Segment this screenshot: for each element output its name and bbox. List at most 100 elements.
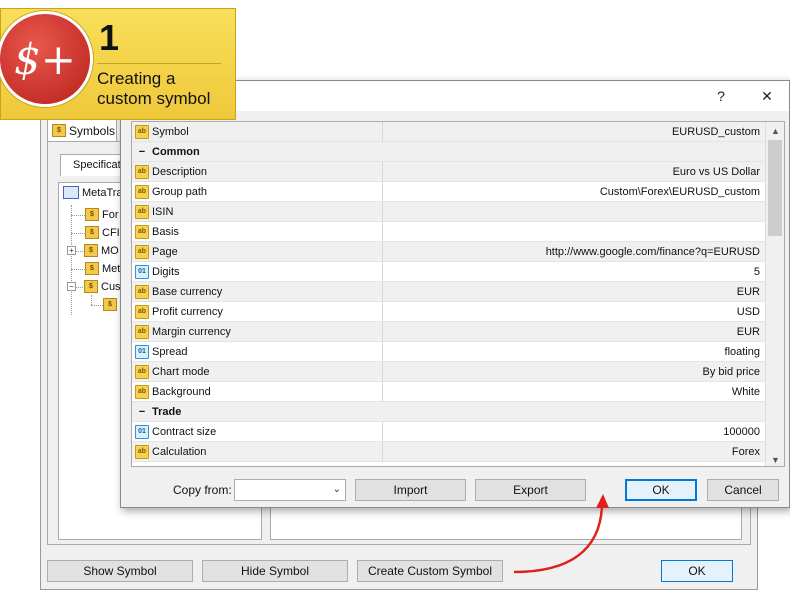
step-badge: $+ 1 Creating a custom symbol [0, 8, 236, 120]
collapse-icon[interactable]: − [132, 406, 152, 418]
dialog-cancel-button[interactable]: Cancel [707, 479, 779, 501]
property-row[interactable]: ab Margin currency EUR [132, 321, 766, 342]
property-name: Basis [152, 221, 383, 242]
scroll-down-icon[interactable]: ▼ [766, 451, 784, 466]
property-value[interactable]: USD [383, 306, 766, 318]
property-value[interactable]: White [383, 386, 766, 398]
tree-item-metals[interactable]: $ Met [85, 262, 120, 275]
show-symbol-button[interactable]: Show Symbol [47, 560, 193, 582]
text-field-icon: ab [135, 384, 149, 399]
folder-gear-icon: $ [84, 280, 98, 293]
property-name: Description [152, 161, 383, 182]
copy-from-label: Copy from: [173, 483, 232, 497]
close-button[interactable]: ✕ [753, 85, 781, 107]
property-name: Group path [152, 181, 383, 202]
step-title: Creating a custom symbol [97, 69, 233, 109]
create-custom-symbol-button[interactable]: Create Custom Symbol [357, 560, 503, 582]
section-row[interactable]: − Trade [132, 402, 766, 422]
text-field-icon: ab [135, 244, 149, 259]
property-name: Margin currency [152, 321, 383, 342]
property-value[interactable]: http://www.google.com/finance?q=EURUSD [383, 246, 766, 258]
folder-gear-icon: $ [103, 298, 117, 311]
symbols-icon: $ [52, 124, 66, 137]
symbols-ok-button[interactable]: OK [661, 560, 733, 582]
property-row[interactable]: ab Calculation Forex [132, 441, 766, 462]
expand-icon[interactable]: + [67, 246, 76, 255]
tree-item-custom-child[interactable]: $ [103, 298, 117, 311]
property-name: Background [152, 381, 383, 402]
property-name: Profit currency [152, 301, 383, 322]
hide-symbol-button[interactable]: Hide Symbol [202, 560, 348, 582]
dialog-ok-button[interactable]: OK [625, 479, 697, 501]
numeric-field-icon: 01 [135, 264, 149, 279]
property-value[interactable]: Forex [383, 446, 766, 458]
property-row[interactable]: ab Base currency EUR [132, 281, 766, 302]
import-button[interactable]: Import [355, 479, 466, 501]
property-row[interactable]: 01 Digits 5 [132, 261, 766, 282]
red-arrow-icon [513, 494, 609, 574]
copy-from-select[interactable]: ⌄ [234, 479, 346, 501]
tree-item-root[interactable]: MetaTra [63, 186, 123, 199]
section-row[interactable]: − Common [132, 142, 766, 162]
property-value[interactable]: floating [383, 346, 766, 358]
numeric-field-icon: 01 [135, 344, 149, 359]
property-row[interactable]: 01 Contract size 100000 [132, 421, 766, 442]
property-name: Page [152, 241, 383, 262]
vertical-scrollbar[interactable]: ▲ ▼ [765, 122, 784, 466]
property-value[interactable]: EURUSD_custom [383, 126, 766, 138]
property-name: Chart mode [152, 361, 383, 382]
folder-icon: $ [85, 226, 99, 239]
property-row[interactable]: ab Background White [132, 381, 766, 402]
tree-item-label: MetaTra [82, 186, 123, 199]
chevron-down-icon: ⌄ [332, 484, 341, 495]
collapse-icon[interactable]: − [132, 146, 152, 158]
property-name: Digits [152, 261, 383, 282]
property-name: Base currency [152, 281, 383, 302]
property-value[interactable]: EUR [383, 286, 766, 298]
text-field-icon: ab [135, 184, 149, 199]
property-row[interactable]: ab Page http://www.google.com/finance?q=EU… [132, 241, 766, 262]
property-row[interactable]: ab Description Euro vs US Dollar [132, 161, 766, 182]
tab-symbols[interactable]: $ Symbols [47, 119, 117, 141]
collapse-icon[interactable]: − [67, 282, 76, 291]
tree-item-moex[interactable]: + $ MO [67, 244, 119, 257]
property-value[interactable]: 100000 [383, 426, 766, 438]
property-row[interactable]: ab Symbol EURUSD_custom [132, 122, 766, 142]
property-name: ISIN [152, 201, 383, 222]
property-name: Contract size [152, 421, 383, 442]
custom-symbol-dialog: ? ✕ ab Symbol EURUSD_custom − Common ab Descri… [120, 80, 790, 508]
step-number: 1 [99, 17, 120, 58]
property-row[interactable]: ab Profit currency USD [132, 301, 766, 322]
property-row[interactable]: ab ISIN [132, 201, 766, 222]
tree-item-label: Cus [101, 280, 121, 293]
text-field-icon: ab [135, 444, 149, 459]
tree-item-label: Met [102, 262, 121, 275]
property-row[interactable]: ab Basis [132, 221, 766, 242]
properties-grid: ab Symbol EURUSD_custom − Common ab Descriptio… [131, 121, 785, 467]
text-field-icon: ab [135, 284, 149, 299]
folder-icon: $ [85, 208, 99, 221]
property-row[interactable]: ab Chart mode By bid price [132, 361, 766, 382]
text-field-icon: ab [135, 364, 149, 379]
text-field-icon: ab [135, 224, 149, 239]
dollar-plus-icon: $+ [0, 11, 93, 107]
tree-item-forex[interactable]: $ For [85, 208, 119, 221]
property-value[interactable]: EUR [383, 326, 766, 338]
property-value[interactable]: 5 [383, 266, 766, 278]
numeric-field-icon: 01 [135, 424, 149, 439]
help-button[interactable]: ? [707, 85, 735, 107]
property-value[interactable]: By bid price [383, 366, 766, 378]
properties-grid-body: ab Symbol EURUSD_custom − Common ab Descriptio… [132, 122, 766, 466]
property-row[interactable]: ab Group path Custom\Forex\EURUSD_custom [132, 181, 766, 202]
property-value[interactable]: Custom\Forex\EURUSD_custom [383, 186, 766, 198]
property-row[interactable]: 01 Spread floating [132, 341, 766, 362]
text-field-icon: ab [135, 124, 149, 139]
text-field-icon: ab [135, 324, 149, 339]
tree-item-custom[interactable]: − $ Cus [67, 280, 121, 293]
scroll-thumb[interactable] [768, 140, 782, 236]
step-title-line1: Creating a [97, 69, 176, 88]
computer-icon [63, 186, 79, 199]
scroll-up-icon[interactable]: ▲ [766, 122, 784, 139]
property-value[interactable]: Euro vs US Dollar [383, 166, 766, 178]
tree-item-cfd[interactable]: $ CFI [85, 226, 120, 239]
